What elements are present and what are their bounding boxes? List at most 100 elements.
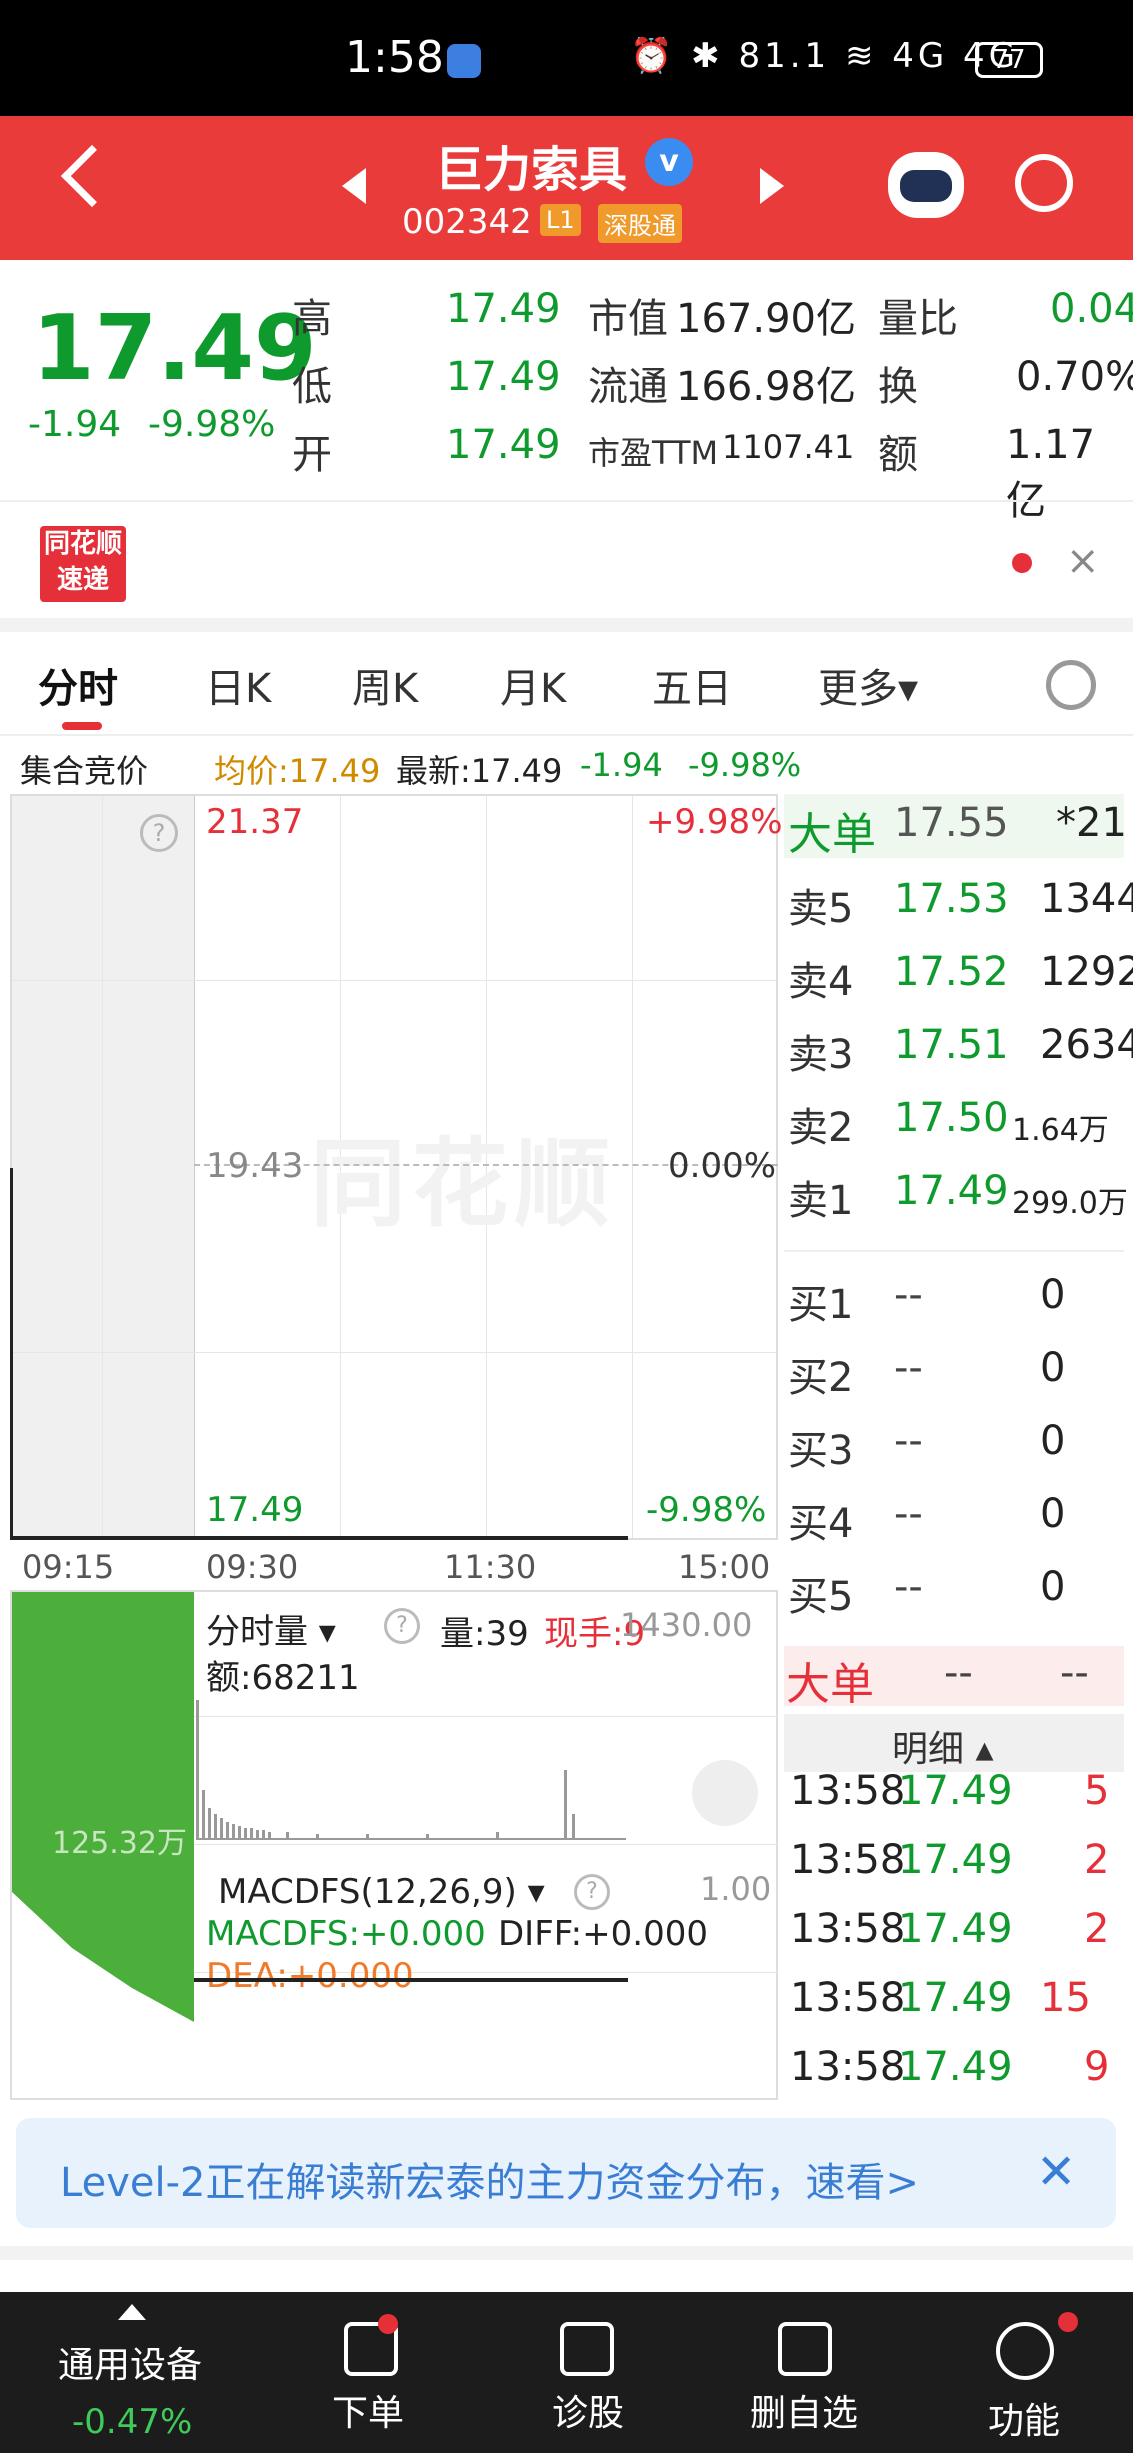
detail-label: 明细 ▴ (892, 1729, 994, 1770)
time-axis-label: 15:00 (678, 1548, 771, 1586)
sector-label[interactable]: 通用设备 (58, 2336, 202, 2388)
latest-price: 最新:17.49 (396, 752, 563, 790)
nav-diagnose[interactable]: 诊股 (552, 2384, 624, 2436)
pct-axis-mid: 0.00% (668, 1146, 777, 1186)
quote-label-low: 低 (292, 364, 332, 410)
macd-axis-top: 1.00 (700, 1870, 772, 1908)
order-book-vol: 0 (1040, 1564, 1066, 1610)
order-book-vol: 0 (1040, 1345, 1066, 1391)
order-book-price: -- (894, 1418, 923, 1464)
tab-five-day[interactable]: 五日 (652, 656, 732, 714)
quote-label-volratio: 量比 (878, 296, 958, 342)
back-icon[interactable] (60, 144, 124, 208)
price-change-pct: -9.98% (148, 404, 276, 445)
verified-icon: v (645, 138, 693, 186)
stock-name: 巨力索具 (435, 142, 628, 198)
tick-price: 17.49 (898, 1837, 1013, 1883)
order-book-price: 17.53 (894, 876, 1009, 922)
y-axis-top: 21.37 (206, 802, 304, 842)
ths-express-logo[interactable]: 同花顺速递 (40, 526, 126, 602)
volume-bar (214, 1814, 217, 1840)
notification-dot-icon (1058, 2312, 1078, 2332)
order-book-price: 17.51 (894, 1022, 1009, 1068)
quote-label-float: 流通 (588, 364, 668, 410)
tab-monthly-k[interactable]: 月K (500, 656, 566, 714)
level-badge: L1 (540, 204, 581, 236)
nav-remove-watchlist[interactable]: 删自选 (750, 2384, 858, 2436)
quote-value-mktcap: 167.90亿 (676, 296, 856, 342)
order-book-vol: 0 (1040, 1418, 1066, 1464)
volume-bar (226, 1822, 229, 1840)
big-order-price-bottom: -- (944, 1650, 973, 1696)
big-order-price: 17.55 (894, 800, 1009, 846)
order-book-price: 17.50 (894, 1095, 1009, 1141)
expand-icon[interactable] (692, 1760, 758, 1826)
expand-up-icon[interactable] (118, 2304, 146, 2320)
auction-price-line (10, 1536, 194, 1540)
quote-label-pe: 市盈TTM (588, 434, 719, 472)
big-order-label-bottom: 大单 (786, 1659, 874, 1710)
nav-function[interactable]: 功能 (988, 2392, 1060, 2444)
status-icons: ⏰ ✱ 81.1 ≋ 4G 4G (630, 36, 1020, 76)
tab-intraday[interactable]: 分时 (38, 656, 118, 714)
tab-daily-k[interactable]: 日K (205, 656, 271, 714)
help-icon[interactable]: ? (140, 814, 178, 852)
section-gap (0, 618, 1133, 632)
quote-value-amount: 1.17亿 (1006, 422, 1096, 524)
volume-bar (196, 1700, 199, 1840)
time-axis-label: 11:30 (444, 1548, 537, 1586)
order-book-vol: 0 (1040, 1491, 1066, 1537)
tick-time: 13:58 (790, 1837, 906, 1883)
volume-axis-top: 1430.00 (620, 1606, 753, 1644)
diagnose-icon[interactable] (560, 2322, 614, 2376)
macd-zero-line (194, 1978, 628, 1982)
info-change: -1.94 (580, 746, 663, 784)
pct-axis-bottom: -9.98% (646, 1490, 767, 1530)
macdfs-value: MACDFS:+0.000 (206, 1914, 486, 1954)
nav-order[interactable]: 下单 (332, 2384, 404, 2436)
app-notification-icon (447, 44, 481, 78)
volume-bar (564, 1770, 567, 1840)
order-book-vol: 299.0万 (1012, 1186, 1128, 1221)
macd-selector[interactable]: MACDFS(12,26,9) ▾ (218, 1872, 545, 1912)
macd-help-icon[interactable]: ? (574, 1874, 610, 1910)
quote-value-low: 17.49 (446, 354, 561, 400)
volume-help-icon[interactable]: ? (384, 1608, 420, 1644)
y-axis-mid: 19.43 (206, 1146, 304, 1186)
order-book-label: 买2 (788, 1355, 854, 1401)
order-book-vol: 1292 (1040, 949, 1133, 995)
order-book-vol: 0 (1040, 1272, 1066, 1318)
volume-selector[interactable]: 分时量 ▾ (206, 1604, 336, 1653)
function-icon[interactable] (996, 2322, 1054, 2380)
next-stock-icon[interactable] (760, 168, 784, 204)
order-book-label: 卖5 (788, 886, 854, 932)
remove-watchlist-icon[interactable] (778, 2322, 832, 2376)
settings-icon[interactable] (1046, 660, 1096, 710)
order-book-price: 17.52 (894, 949, 1009, 995)
search-icon[interactable] (1015, 154, 1073, 212)
tick-price: 17.49 (898, 1768, 1013, 1814)
current-price: 17.49 (32, 296, 317, 401)
stock-code: 002342 (402, 202, 532, 242)
y-axis-bottom: 17.49 (206, 1490, 304, 1530)
order-book-label: 卖2 (788, 1105, 854, 1151)
close-icon[interactable]: ✕ (1036, 2144, 1076, 2200)
big-order-label: 大单 (788, 809, 876, 860)
quote-label-open: 开 (292, 432, 332, 478)
tick-vol: 2 (1084, 1906, 1110, 1952)
tick-price: 17.49 (898, 2044, 1013, 2090)
volume-bar (220, 1818, 223, 1840)
order-book-label: 买4 (788, 1501, 854, 1547)
order-book-label: 买3 (788, 1428, 854, 1474)
order-book-price: 17.49 (894, 1168, 1009, 1214)
stock-header: 巨力索具 v 002342 L1 深股通 (0, 116, 1133, 260)
order-book-vol: 1.64万 (1012, 1113, 1109, 1148)
close-icon[interactable]: × (1066, 538, 1100, 584)
tab-weekly-k[interactable]: 周K (352, 656, 418, 714)
order-book-vol: 2634 (1040, 1022, 1133, 1068)
big-order-volume: *21 (1056, 800, 1127, 846)
prev-stock-icon[interactable] (342, 168, 366, 204)
tab-more[interactable]: 更多▾ (818, 656, 918, 714)
volume-bars (196, 1700, 626, 1840)
banner-text[interactable]: Level-2正在解读新宏泰的主力资金分布，速看> (60, 2150, 919, 2208)
